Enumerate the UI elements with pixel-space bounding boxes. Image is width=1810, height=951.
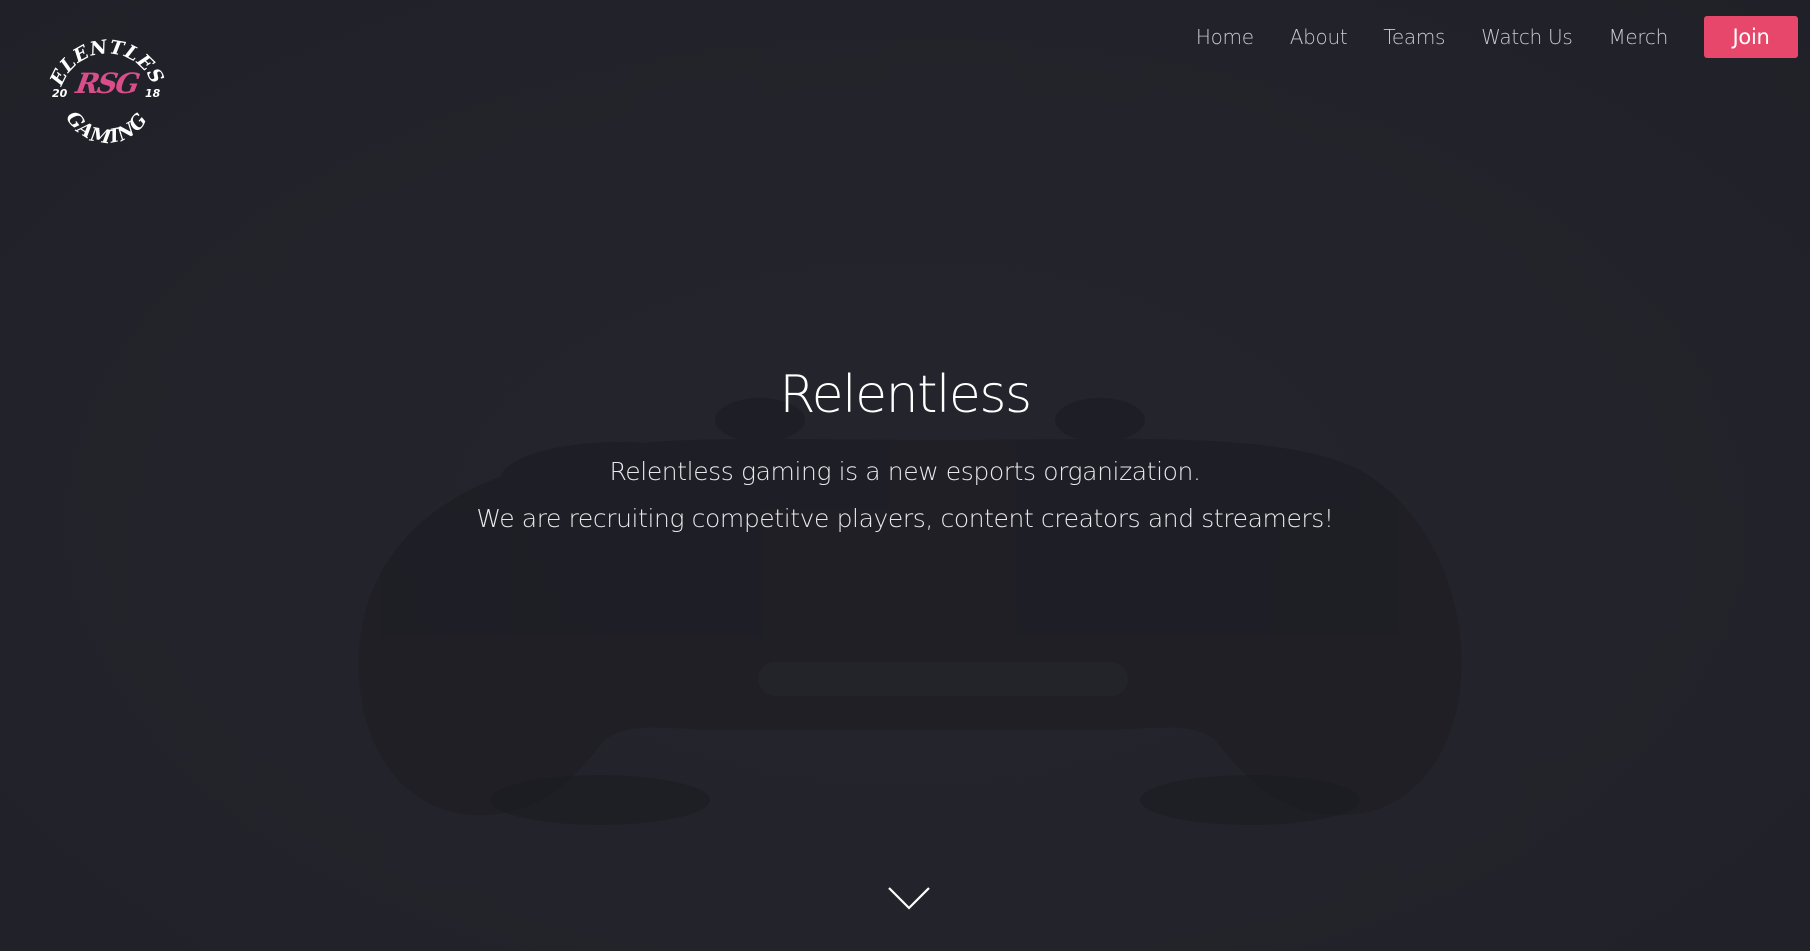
logo-bottom-text: GAMING: [61, 107, 151, 149]
nav-watch-us[interactable]: Watch Us: [1463, 16, 1590, 58]
nav-teams[interactable]: Teams: [1365, 16, 1463, 58]
join-button[interactable]: Join: [1704, 16, 1798, 58]
chevron-down-icon[interactable]: [887, 886, 931, 912]
hero-description-line-1: Relentless gaming is a new esports organ…: [609, 457, 1201, 486]
brand-logo[interactable]: RELENTLESS GAMING 20 RSG 18: [42, 22, 172, 152]
landing-page: RELENTLESS GAMING 20 RSG 18 Home About T…: [0, 0, 1810, 951]
hero-description-line-2: We are recruiting competitve players, co…: [476, 504, 1334, 533]
hero-section: Relentless Relentless gaming is a new es…: [0, 360, 1810, 542]
svg-text:GAMING: GAMING: [61, 107, 152, 149]
main-nav: Home About Teams Watch Us Merch Join: [1178, 16, 1798, 58]
hero-title: Relentless: [779, 365, 1032, 425]
nav-home[interactable]: Home: [1178, 16, 1272, 58]
logo-year-right: 18: [145, 87, 161, 100]
nav-merch[interactable]: Merch: [1590, 16, 1686, 58]
nav-about[interactable]: About: [1272, 16, 1366, 58]
